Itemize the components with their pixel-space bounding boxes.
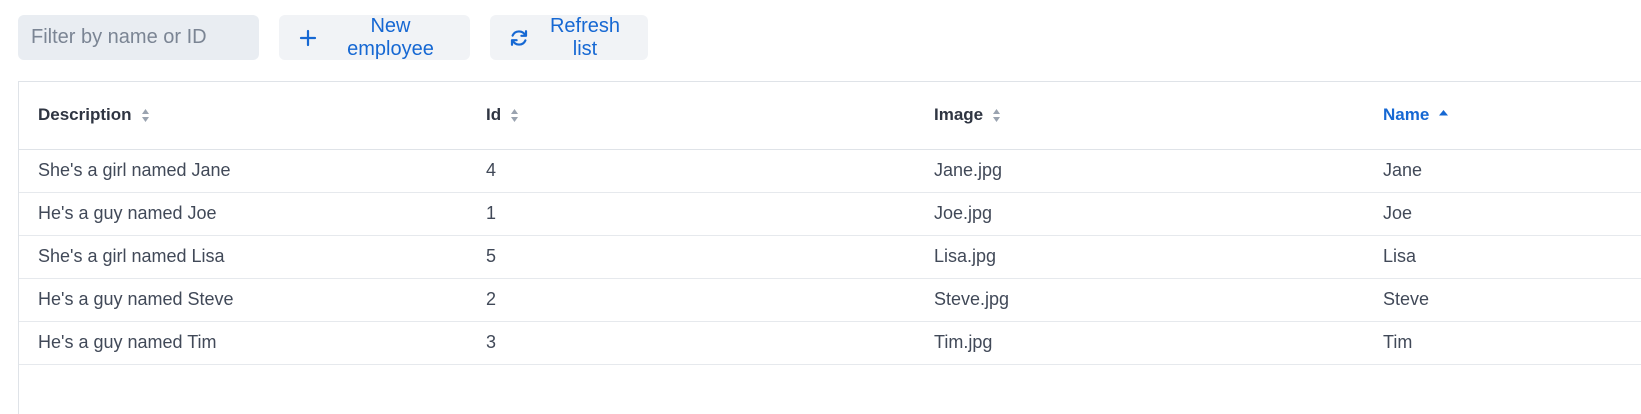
- cell-image: Jane.jpg: [915, 149, 1364, 193]
- refresh-list-label: Refresh list: [549, 14, 621, 60]
- cell-id: 2: [467, 278, 915, 322]
- cell-description: He's a guy named Steve: [19, 278, 467, 322]
- column-header-label: Description: [38, 105, 132, 125]
- table-row[interactable]: He's a guy named Joe 1 Joe.jpg Joe: [19, 192, 1641, 236]
- column-header-label: Image: [934, 105, 984, 125]
- cell-id: 1: [467, 192, 915, 236]
- table-row[interactable]: She's a girl named Jane 4 Jane.jpg Jane: [19, 149, 1641, 193]
- employee-table: Description Id Image Name She's a girl n…: [19, 82, 1641, 365]
- cell-description: She's a girl named Jane: [19, 149, 467, 193]
- column-header-image[interactable]: Image: [915, 82, 1364, 150]
- sort-both-icon[interactable]: [510, 108, 519, 123]
- cell-id: 4: [467, 149, 915, 193]
- cell-image: Steve.jpg: [915, 278, 1364, 322]
- new-employee-label: New employee: [347, 14, 434, 60]
- toolbar: New employee Refresh list: [18, 15, 648, 60]
- column-header-label: Name: [1383, 105, 1430, 125]
- plus-icon: [298, 28, 318, 48]
- new-employee-button[interactable]: New employee: [279, 15, 470, 60]
- cell-description: She's a girl named Lisa: [19, 235, 467, 279]
- refresh-list-button[interactable]: Refresh list: [490, 15, 648, 60]
- column-header-id[interactable]: Id: [467, 82, 915, 150]
- column-header-label: Id: [486, 105, 502, 125]
- sort-up-icon[interactable]: [1438, 108, 1449, 123]
- cell-name: Tim: [1364, 321, 1641, 365]
- cell-name: Lisa: [1364, 235, 1641, 279]
- column-header-description[interactable]: Description: [19, 82, 467, 150]
- table-row[interactable]: She's a girl named Lisa 5 Lisa.jpg Lisa: [19, 235, 1641, 279]
- column-header-name[interactable]: Name: [1364, 82, 1641, 150]
- cell-image: Lisa.jpg: [915, 235, 1364, 279]
- cell-name: Joe: [1364, 192, 1641, 236]
- header-row: Description Id Image Name: [19, 82, 1641, 150]
- cell-image: Tim.jpg: [915, 321, 1364, 365]
- cell-name: Jane: [1364, 149, 1641, 193]
- refresh-icon: [509, 28, 529, 48]
- cell-id: 3: [467, 321, 915, 365]
- cell-description: He's a guy named Joe: [19, 192, 467, 236]
- cell-image: Joe.jpg: [915, 192, 1364, 236]
- table-row[interactable]: He's a guy named Steve 2 Steve.jpg Steve: [19, 278, 1641, 322]
- employee-grid: Description Id Image Name She's a girl n…: [18, 81, 1641, 414]
- sort-both-icon[interactable]: [141, 108, 150, 123]
- sort-both-icon[interactable]: [992, 108, 1001, 123]
- table-row[interactable]: He's a guy named Tim 3 Tim.jpg Tim: [19, 321, 1641, 365]
- cell-name: Steve: [1364, 278, 1641, 322]
- cell-id: 5: [467, 235, 915, 279]
- table-body: She's a girl named Jane 4 Jane.jpg Jane He's…: [19, 149, 1641, 365]
- filter-input[interactable]: [18, 15, 259, 60]
- cell-description: He's a guy named Tim: [19, 321, 467, 365]
